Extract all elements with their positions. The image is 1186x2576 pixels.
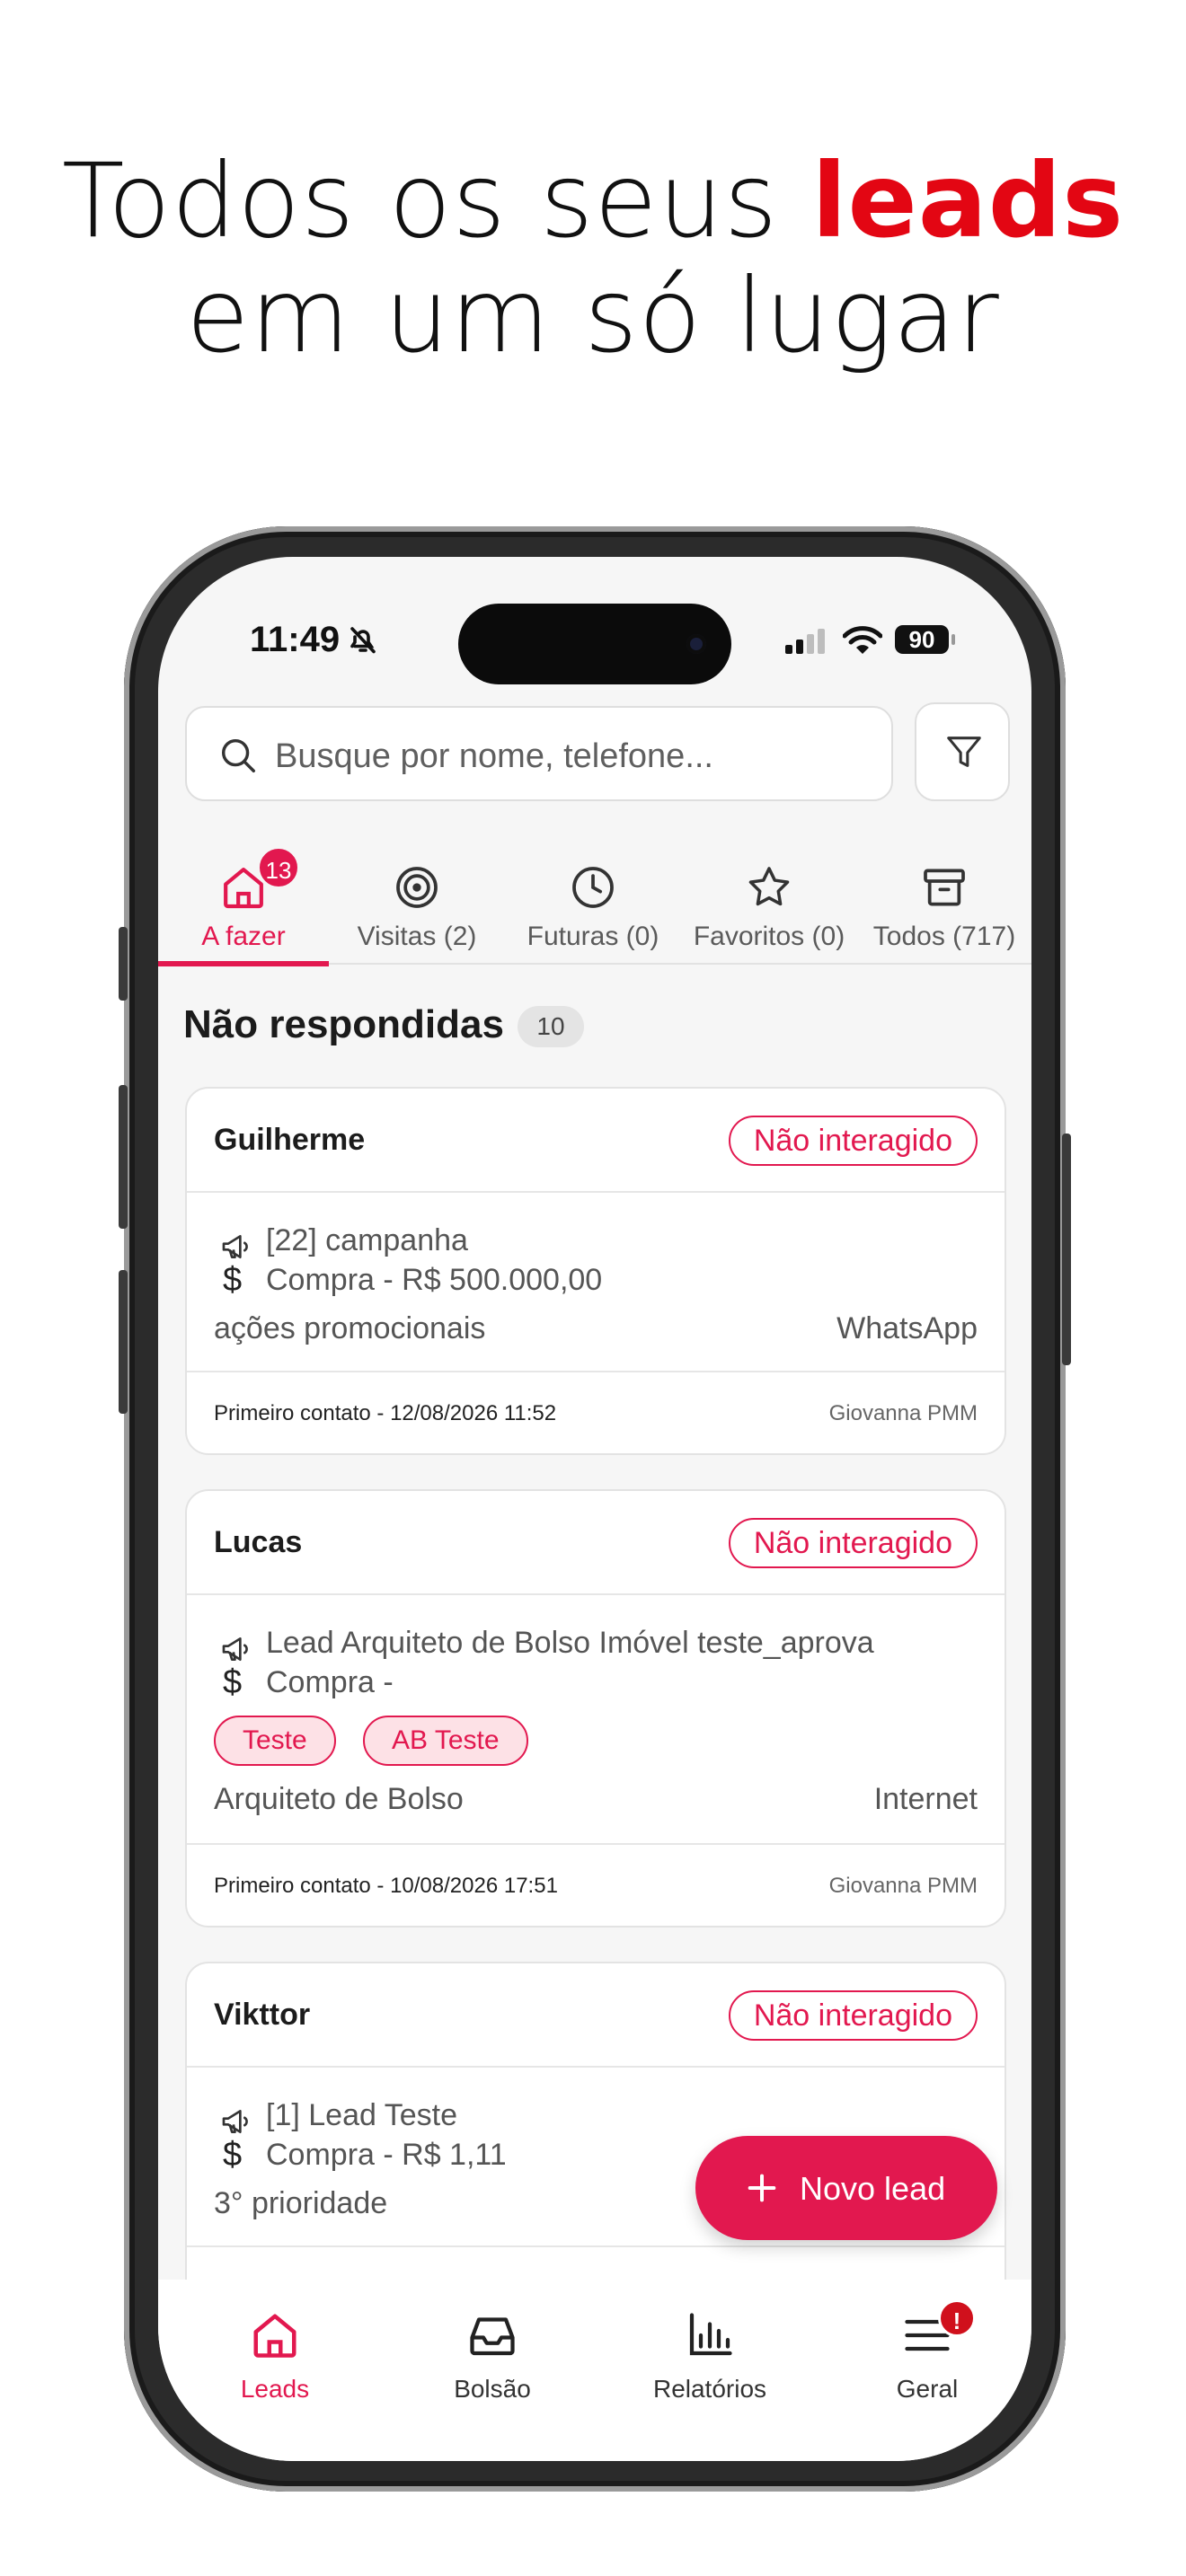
lead-card-header: Guilherme Não interagido	[187, 1089, 1005, 1193]
dollar-icon: $	[223, 2136, 243, 2174]
nav-bolsao[interactable]: Bolsão	[403, 2308, 582, 2404]
lead-campaign-text: Lead Arquiteto de Bolso Imóvel teste_apr…	[266, 1626, 874, 1660]
lead-card[interactable]: Lucas Não interagido Lead Arquiteto de B…	[185, 1489, 1006, 1928]
tab-favoritos[interactable]: Favoritos (0)	[681, 853, 857, 965]
lead-origin-row: ações promocionais WhatsApp	[214, 1311, 978, 1346]
filter-icon	[947, 737, 981, 767]
phone-action-button	[119, 927, 128, 1001]
lead-first-contact: Primeiro contato - 12/08/2026 11:52	[214, 1401, 557, 1425]
inbox-icon	[470, 2317, 515, 2356]
lead-origin-row: Arquiteto de Bolso Internet	[214, 1782, 978, 1817]
wifi-icon	[843, 626, 882, 654]
section-title: Não respondidas	[183, 1002, 504, 1046]
nav-relatorios[interactable]: Relatórios	[620, 2308, 800, 2404]
home-icon	[253, 2314, 296, 2358]
archive-icon	[924, 869, 965, 906]
lead-card-footer: Primeiro contato - 10/08/2026 17:51 Giov…	[187, 1843, 1005, 1926]
lead-status-badge: Não interagido	[728, 1990, 978, 2041]
lead-campaign-text: [1] Lead Teste	[266, 2098, 457, 2132]
lead-name: Guilherme	[214, 1123, 366, 1157]
lead-deal-text: Compra -	[266, 1665, 394, 1699]
lead-card-header: Lucas Não interagido	[187, 1491, 1005, 1595]
nav-relatorios-label: Relatórios	[652, 2375, 767, 2403]
tab-futuras[interactable]: Futuras (0)	[505, 853, 681, 965]
nav-leads-label: Leads	[240, 2375, 310, 2403]
headline-prefix: Todos os seus	[61, 141, 812, 260]
lead-deal-text: Compra - R$ 500.000,00	[266, 1263, 603, 1297]
lead-agent: Giovanna PMM	[828, 1874, 978, 1898]
tab-a-fazer[interactable]: 13 A fazer	[158, 846, 329, 966]
search-placeholder: Busque por nome, telefone...	[275, 737, 713, 775]
headline-line-2: em um só lugar	[186, 256, 1000, 375]
star-icon	[748, 867, 790, 906]
lead-first-contact: Primeiro contato - 10/08/2026 17:51	[214, 1874, 558, 1898]
tab-todos-label: Todos (717)	[872, 922, 1016, 951]
lead-card-footer: Primeiro contato - 12/08/2026 11:52 Giov…	[187, 1371, 1005, 1453]
dollar-icon: $	[223, 1261, 243, 1299]
phone-volume-up-button	[119, 1085, 128, 1229]
lead-status-badge: Não interagido	[728, 1518, 978, 1568]
lead-channel: Internet	[873, 1782, 978, 1816]
bar-chart-icon	[689, 2313, 732, 2356]
lead-origin: Arquiteto de Bolso	[214, 1782, 464, 1816]
tab-todos[interactable]: Todos (717)	[857, 853, 1031, 965]
lead-origin: 3° prioridade	[214, 2186, 388, 2220]
lead-tag: Teste	[214, 1716, 336, 1766]
lead-card[interactable]: Guilherme Não interagido [22] campanha $…	[185, 1087, 1006, 1455]
dollar-icon: $	[223, 1663, 243, 1701]
megaphone-icon	[222, 2110, 248, 2133]
cellular-signal-icon	[785, 629, 825, 654]
lead-name: Vikttor	[214, 1998, 311, 2032]
tab-visitas-label: Visitas (2)	[357, 922, 477, 951]
battery-indicator: 90	[895, 625, 955, 654]
lead-deal-text: Compra - R$ 1,11	[266, 2138, 507, 2172]
tab-a-fazer-badge: 13	[257, 846, 300, 889]
tab-bar: 13 A fazer Visitas (2) Futuras (0) Favor…	[158, 846, 1031, 966]
new-lead-label: Novo lead	[800, 2170, 946, 2207]
lead-name: Lucas	[214, 1525, 303, 1559]
lead-channel: WhatsApp	[836, 1311, 978, 1345]
nav-leads[interactable]: Leads	[185, 2308, 365, 2404]
nav-bolsao-label: Bolsão	[454, 2375, 531, 2403]
lead-card-header: Vikttor Não interagido	[187, 1963, 1005, 2068]
status-time: 11:49	[250, 620, 341, 659]
lead-origin: ações promocionais	[214, 1311, 486, 1345]
tab-a-fazer-label: A fazer	[201, 922, 286, 951]
phone-power-button	[1062, 1134, 1071, 1365]
bottom-navigation: Leads Bolsão Relatórios ! Geral	[158, 2280, 1031, 2461]
megaphone-icon	[222, 1235, 248, 1258]
lead-campaign-text: [22] campanha	[266, 1223, 468, 1257]
headline-accent: leads	[811, 141, 1125, 260]
filter-button[interactable]	[915, 702, 1010, 801]
alert-badge: !	[938, 2299, 976, 2337]
headline: Todos os seus leads em um só lugar	[0, 144, 1186, 374]
tab-visitas[interactable]: Visitas (2)	[329, 853, 505, 965]
new-lead-button[interactable]: Novo lead	[695, 2136, 997, 2240]
lead-agent: Giovanna PMM	[828, 1401, 978, 1425]
search-input[interactable]: Busque por nome, telefone...	[185, 706, 893, 801]
lead-status-badge: Não interagido	[728, 1116, 978, 1166]
nav-geral[interactable]: ! Geral	[837, 2299, 1017, 2404]
nav-geral-label: Geral	[896, 2375, 959, 2403]
phone-volume-down-button	[119, 1270, 128, 1414]
headline-line-1: Todos os seus leads	[0, 144, 1186, 259]
plus-icon	[748, 2174, 776, 2202]
megaphone-icon	[222, 1637, 248, 1661]
dynamic-island	[458, 604, 731, 684]
camera-icon	[686, 634, 706, 654]
target-icon	[396, 867, 438, 908]
bell-off-icon	[350, 627, 376, 654]
clock-icon	[572, 867, 614, 908]
status-bar: 11:49 90	[158, 604, 1031, 684]
lead-tag: AB Teste	[363, 1716, 528, 1766]
tab-futuras-label: Futuras (0)	[527, 922, 659, 951]
search-icon	[221, 738, 255, 772]
app-screen: 11:49 90 Busque por nome, telefone... 13…	[158, 557, 1031, 2461]
tab-favoritos-label: Favoritos (0)	[693, 922, 845, 951]
section-count-badge: 10	[518, 1006, 584, 1047]
